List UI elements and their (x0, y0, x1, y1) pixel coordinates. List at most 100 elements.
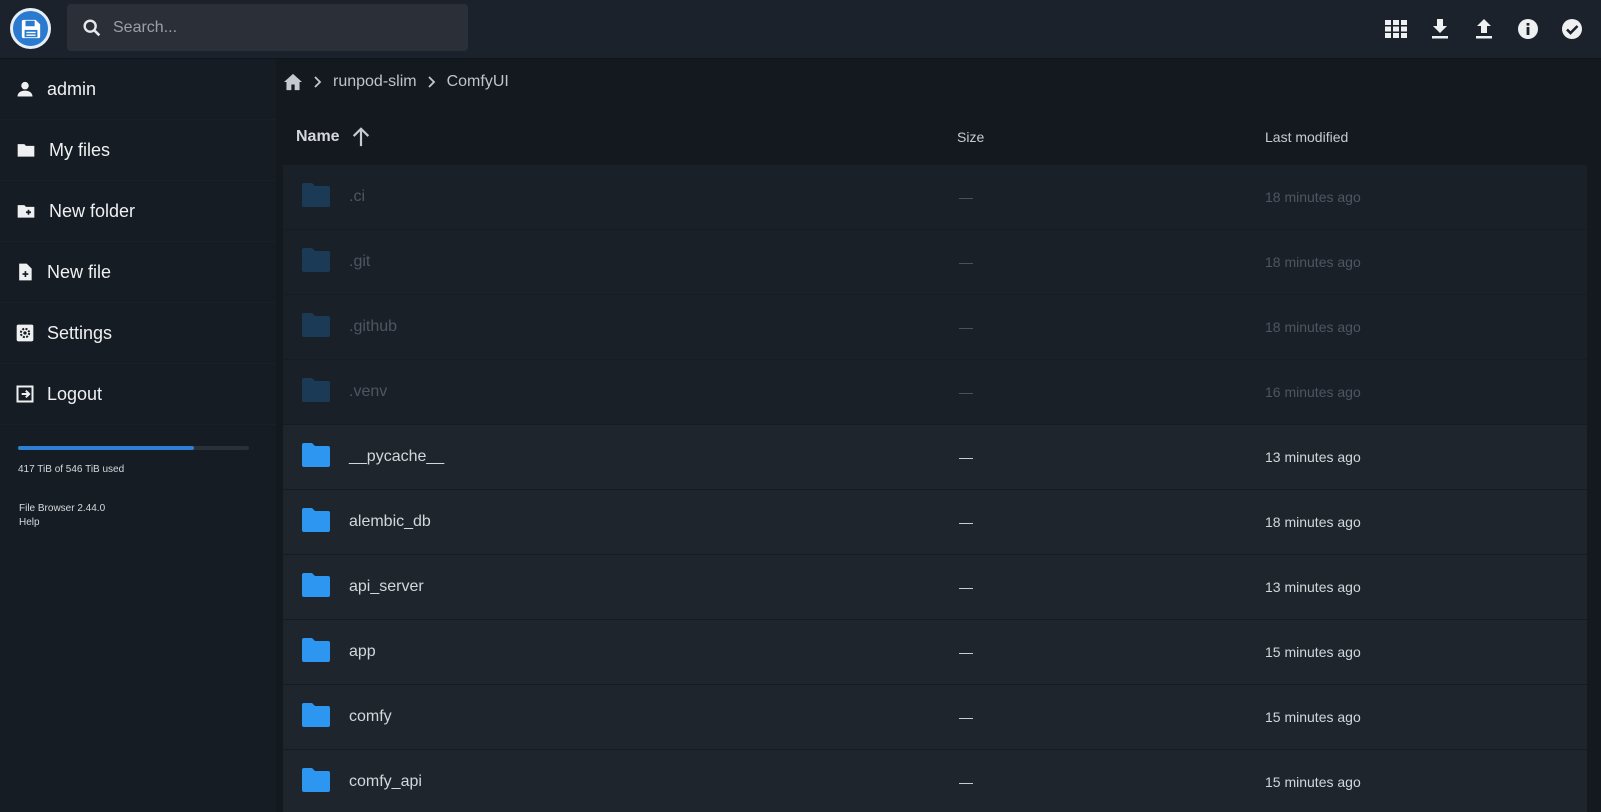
credits: File Browser 2.44.0 Help (19, 502, 105, 530)
person-icon (17, 81, 33, 97)
table-row[interactable]: __pycache__ — 13 minutes ago (283, 425, 1587, 490)
sidebar-item-my-files[interactable]: My files (0, 120, 276, 181)
table-row[interactable]: .git — 18 minutes ago (283, 230, 1587, 295)
file-modified: 18 minutes ago (1265, 319, 1361, 335)
search-box[interactable] (67, 4, 468, 51)
table-row[interactable]: .github — 18 minutes ago (283, 295, 1587, 360)
folder-icon (302, 183, 330, 212)
info-icon[interactable] (1513, 14, 1543, 44)
file-name: .git (349, 253, 371, 270)
file-modified: 15 minutes ago (1265, 709, 1361, 725)
chevron-right-icon (427, 76, 437, 88)
file-size: — (959, 319, 973, 335)
search-icon (83, 18, 101, 36)
table-row[interactable]: api_server — 13 minutes ago (283, 555, 1587, 620)
table-row[interactable]: alembic_db — 18 minutes ago (283, 490, 1587, 555)
folder-icon (302, 378, 330, 407)
folder-icon (302, 703, 330, 732)
folder-icon (302, 638, 330, 667)
table-row[interactable]: comfy — 15 minutes ago (283, 685, 1587, 750)
folder-icon (302, 313, 330, 342)
new-file-icon (19, 263, 32, 281)
home-icon[interactable] (283, 73, 303, 91)
file-modified: 13 minutes ago (1265, 579, 1361, 595)
sidebar-item-new-file[interactable]: New file (0, 242, 276, 303)
file-modified: 18 minutes ago (1265, 514, 1361, 530)
file-size: — (959, 254, 973, 270)
logout-icon (16, 385, 34, 403)
file-name: comfy (349, 708, 392, 725)
upload-icon[interactable] (1469, 14, 1499, 44)
select-icon[interactable] (1557, 14, 1587, 44)
version-text: File Browser 2.44.0 (19, 503, 106, 514)
table-row[interactable]: comfy_api — 15 minutes ago (283, 750, 1587, 812)
sidebar-item-label: New file (47, 261, 112, 282)
file-modified: 15 minutes ago (1265, 644, 1361, 660)
file-size: — (959, 189, 973, 205)
file-size: — (959, 774, 973, 790)
header-actions (1381, 14, 1587, 44)
table-header: Name Size Last modified (283, 109, 1587, 165)
usage-text: 417 TiB of 546 TiB used (18, 464, 125, 475)
usage-bar-fill (18, 446, 195, 450)
sidebar: admin My files New folder New file Setti… (0, 59, 276, 812)
floppy-disk-icon (21, 19, 40, 38)
file-name: .venv (349, 383, 388, 400)
search-input[interactable] (113, 18, 443, 37)
grid-view-icon[interactable] (1381, 14, 1411, 44)
breadcrumb: runpod-slim ComfyUI (283, 59, 509, 105)
sidebar-item-label: Settings (47, 322, 113, 343)
sidebar-item-label: Logout (47, 383, 103, 404)
sort-ascending-icon (352, 127, 369, 147)
table-row[interactable]: .ci — 18 minutes ago (283, 165, 1587, 230)
sidebar-item-label: New folder (49, 200, 136, 221)
sidebar-item-logout[interactable]: Logout (0, 364, 276, 425)
sidebar-item-admin[interactable]: admin (0, 59, 276, 120)
table-row[interactable]: .venv — 16 minutes ago (283, 360, 1587, 425)
file-name: comfy_api (349, 773, 422, 790)
breadcrumb-item[interactable]: runpod-slim (333, 73, 417, 91)
column-modified[interactable]: Last modified (1265, 129, 1348, 145)
folder-icon (302, 573, 330, 602)
column-name[interactable]: Name (296, 126, 372, 148)
file-modified: 18 minutes ago (1265, 189, 1361, 205)
file-modified: 13 minutes ago (1265, 449, 1361, 465)
table-row[interactable]: app — 15 minutes ago (283, 620, 1587, 685)
file-listing: runpod-slim ComfyUI Name Size Last modif… (283, 59, 1593, 812)
column-name-label: Name (296, 128, 340, 145)
header-bar (0, 0, 1601, 59)
new-folder-icon (17, 205, 35, 218)
app-logo[interactable] (10, 8, 51, 49)
file-size: — (959, 384, 973, 400)
file-name: api_server (349, 578, 424, 595)
settings-icon (16, 324, 34, 342)
usage-bar (18, 446, 249, 450)
file-size: — (959, 709, 973, 725)
storage-usage: 417 TiB of 546 TiB used (18, 446, 249, 475)
file-modified: 16 minutes ago (1265, 384, 1361, 400)
sidebar-item-new-folder[interactable]: New folder (0, 181, 276, 242)
sidebar-item-label: My files (49, 139, 111, 160)
file-modified: 18 minutes ago (1265, 254, 1361, 270)
chevron-right-icon (313, 76, 323, 88)
help-link[interactable]: Help (19, 516, 105, 530)
column-size[interactable]: Size (957, 129, 984, 145)
file-modified: 15 minutes ago (1265, 774, 1361, 790)
download-icon[interactable] (1425, 14, 1455, 44)
folder-icon (17, 144, 35, 157)
file-size: — (959, 644, 973, 660)
file-size: — (959, 514, 973, 530)
file-name: .github (349, 318, 398, 335)
file-size: — (959, 579, 973, 595)
folder-icon (302, 443, 330, 472)
file-name: app (349, 643, 376, 660)
file-size: — (959, 449, 973, 465)
folder-icon (302, 768, 330, 797)
folder-icon (302, 508, 330, 537)
file-name: .ci (349, 188, 365, 205)
breadcrumb-item[interactable]: ComfyUI (447, 73, 509, 91)
file-rows: .ci —18 minutes ago .git —18 minutes ago .gi… (283, 165, 1587, 812)
sidebar-item-settings[interactable]: Settings (0, 303, 276, 364)
file-name: alembic_db (349, 513, 431, 530)
sidebar-item-label: admin (47, 78, 97, 99)
